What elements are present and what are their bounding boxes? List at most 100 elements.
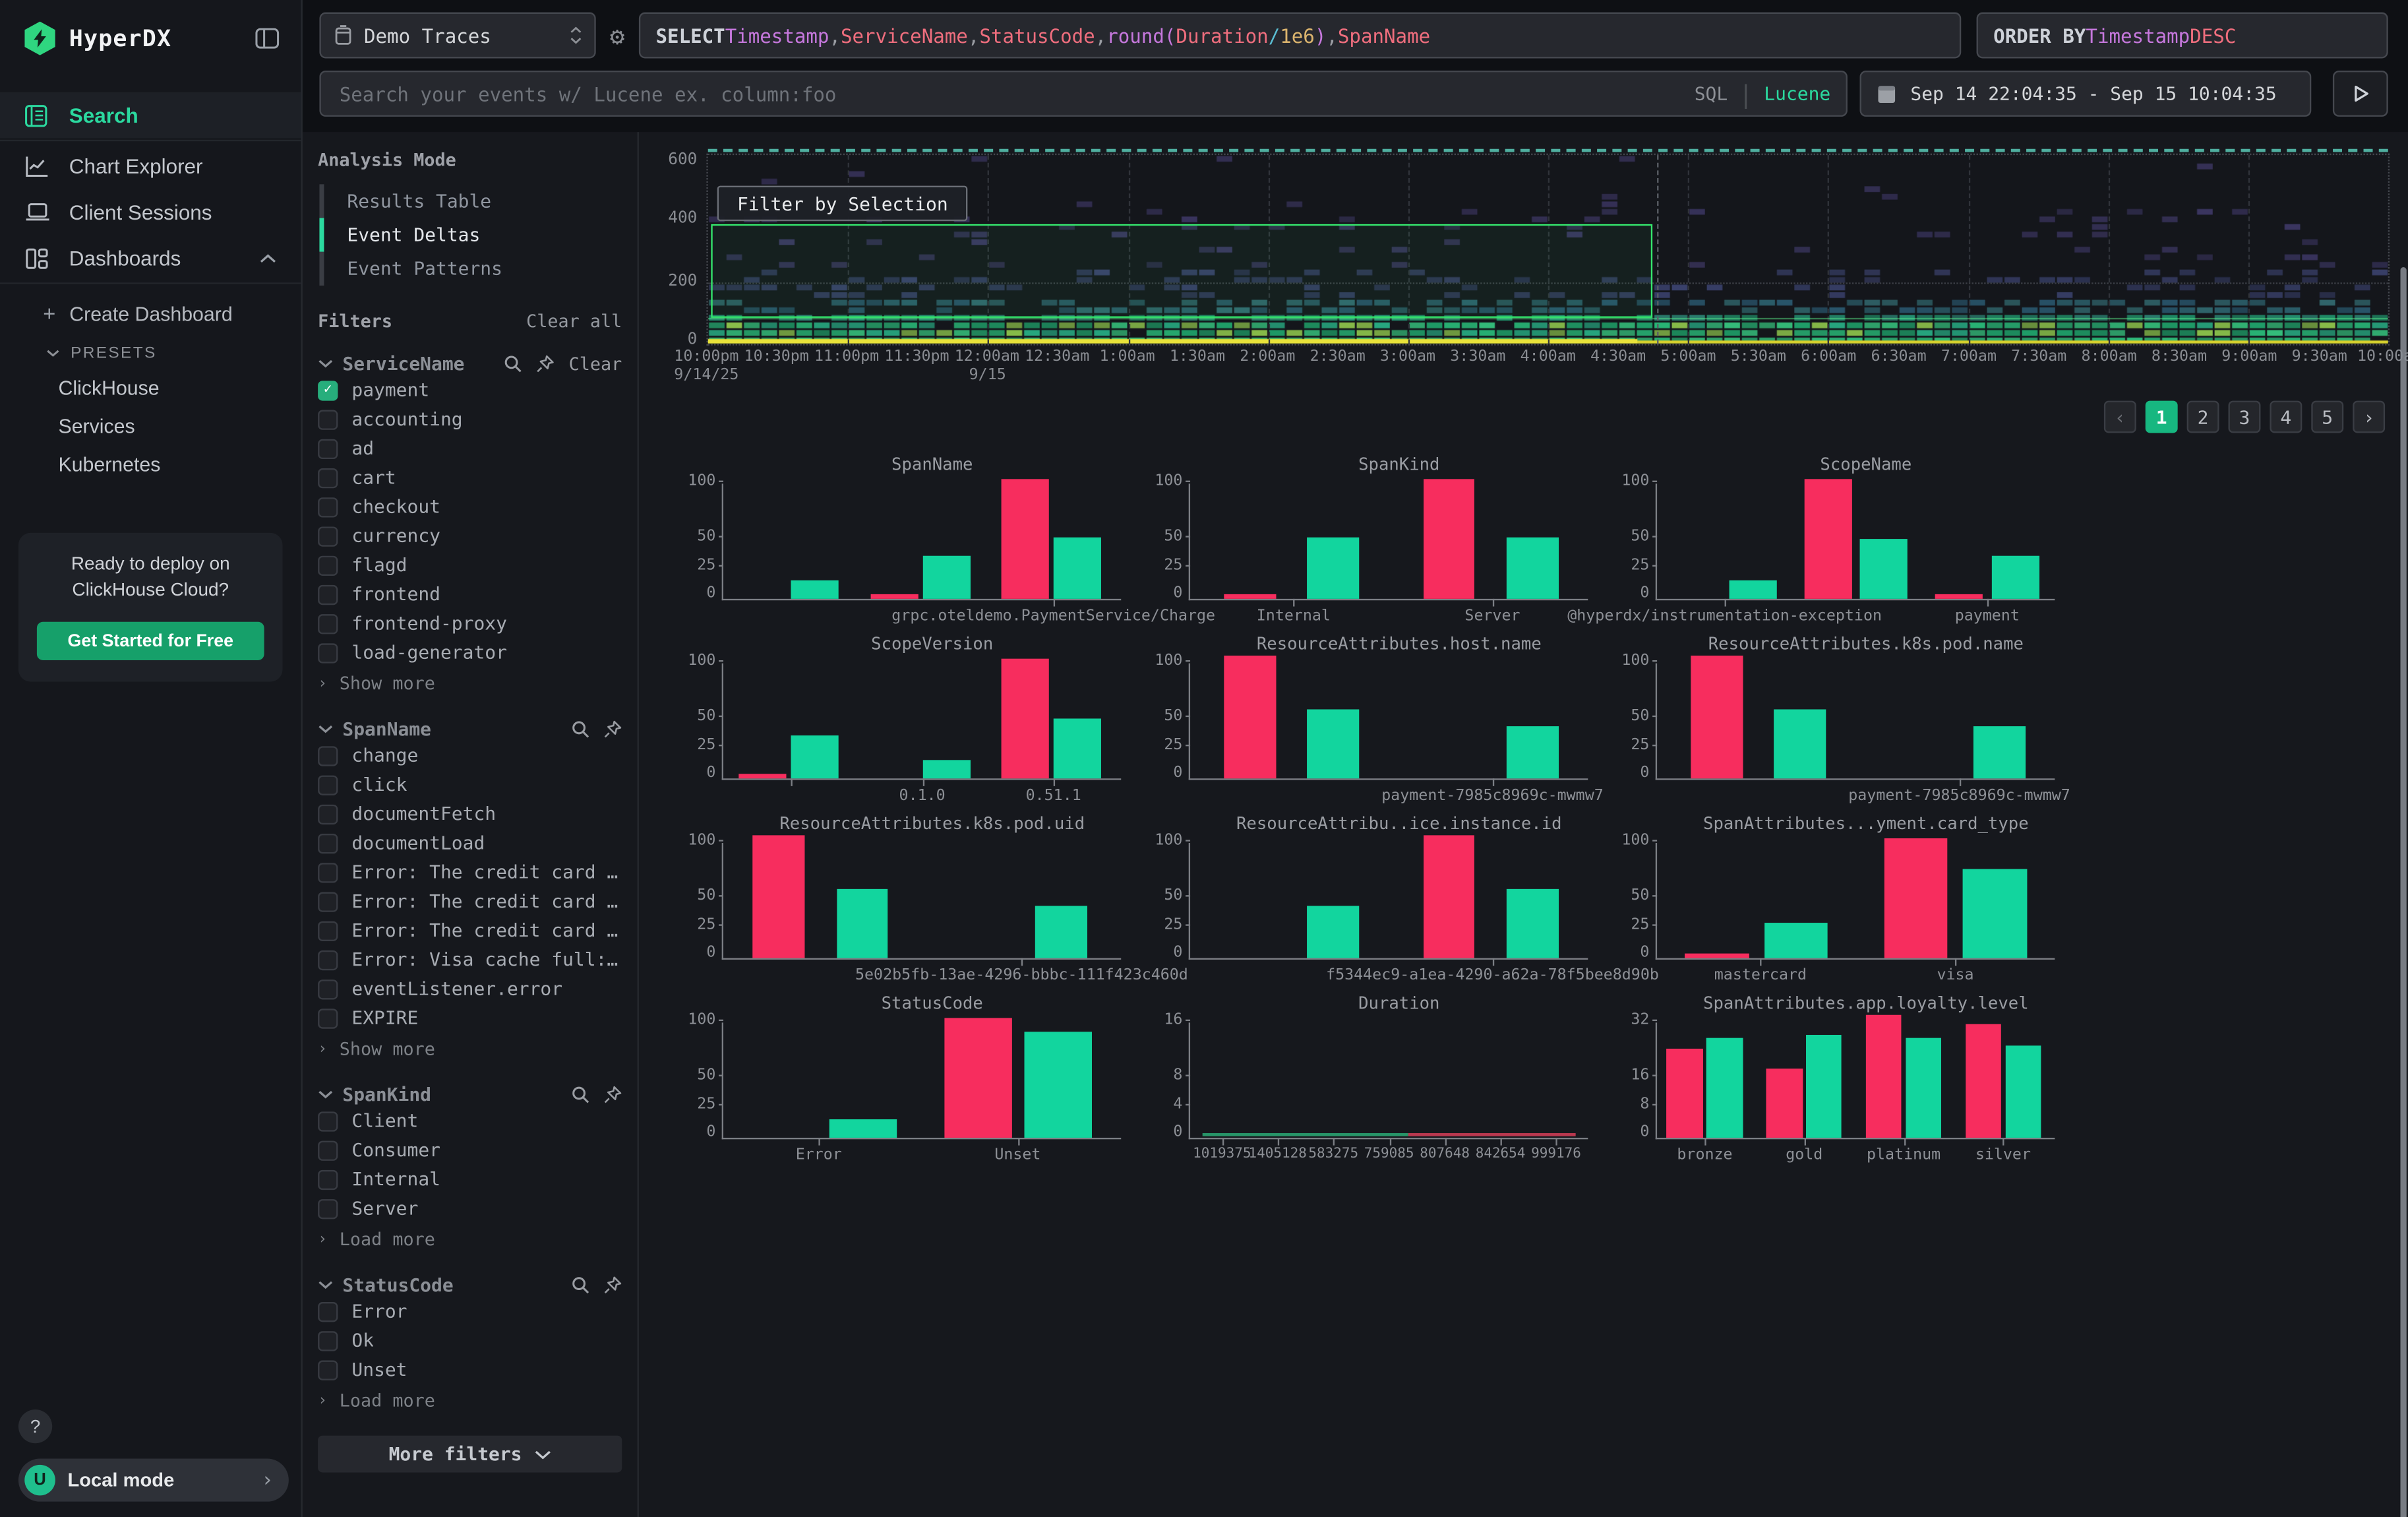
- get-started-button[interactable]: Get Started for Free: [37, 622, 264, 660]
- filter-show-more-button[interactable]: ›Show more: [318, 669, 622, 697]
- filter-checkbox-expire[interactable]: EXPIRE: [318, 1004, 622, 1032]
- filter-group-clear-button[interactable]: Clear: [569, 353, 622, 375]
- filter-checkbox-internal[interactable]: Internal: [318, 1165, 622, 1193]
- filter-checkbox-payment[interactable]: ✓payment: [318, 376, 622, 404]
- sidebar-item-kubernetes[interactable]: Kubernetes: [0, 445, 301, 483]
- search-icon[interactable]: [571, 1276, 589, 1294]
- sidebar-item-dashboards[interactable]: Dashboards: [0, 235, 301, 281]
- pagination-next-button[interactable]: ›: [2353, 401, 2385, 433]
- checkbox-icon[interactable]: [318, 497, 338, 516]
- clear-all-button[interactable]: Clear all: [526, 310, 622, 332]
- checkbox-icon[interactable]: [318, 950, 338, 970]
- analysis-mode-option-results-table[interactable]: Results Table: [319, 184, 622, 218]
- checkbox-icon[interactable]: [318, 1140, 338, 1160]
- pin-icon[interactable]: [603, 1086, 622, 1104]
- chevron-down-icon[interactable]: [318, 359, 333, 369]
- filter-checkbox-error[interactable]: Error: [318, 1297, 622, 1325]
- search-icon[interactable]: [571, 1086, 589, 1104]
- filter-checkbox-unset[interactable]: Unset: [318, 1356, 622, 1384]
- pagination-page-1[interactable]: 1: [2146, 401, 2178, 433]
- filter-checkbox-error-visa-cache-full-[interactable]: Error: Visa cache full: …: [318, 946, 622, 974]
- pagination-page-3[interactable]: 3: [2229, 401, 2261, 433]
- analysis-mode-option-event-deltas[interactable]: Event Deltas: [319, 218, 622, 252]
- filter-checkbox-change[interactable]: change: [318, 741, 622, 769]
- order-by-input[interactable]: ORDER BY Timestamp DESC: [1977, 13, 2388, 59]
- chevron-up-icon[interactable]: [260, 253, 277, 263]
- filter-checkbox-eventlistener-error[interactable]: eventListener.error: [318, 975, 622, 1003]
- heatmap-plot[interactable]: Filter by Selection: [706, 154, 2390, 346]
- filter-load-more-button[interactable]: ›Load more: [318, 1225, 622, 1253]
- chevron-down-icon[interactable]: [318, 1090, 333, 1099]
- analysis-mode-option-event-patterns[interactable]: Event Patterns: [319, 252, 622, 286]
- checkbox-icon[interactable]: [318, 642, 338, 662]
- source-select[interactable]: Demo Traces: [319, 13, 595, 59]
- checkbox-icon[interactable]: [318, 745, 338, 765]
- time-range-picker[interactable]: Sep 14 22:04:35 - Sep 15 10:04:35: [1860, 71, 2312, 117]
- pin-icon[interactable]: [603, 720, 622, 739]
- pin-icon[interactable]: [537, 355, 555, 373]
- checkbox-icon[interactable]: [318, 891, 338, 911]
- sidebar-item-chart-explorer[interactable]: Chart Explorer: [0, 142, 301, 189]
- filter-checkbox-load-generator[interactable]: load-generator: [318, 638, 622, 666]
- presets-toggle[interactable]: PRESETS: [0, 332, 301, 369]
- select-clause-input[interactable]: SELECT Timestamp, ServiceName, StatusCod…: [639, 13, 1961, 59]
- checkbox-icon[interactable]: [318, 1301, 338, 1321]
- more-filters-button[interactable]: More filters: [318, 1436, 622, 1473]
- filter-checkbox-error-the-credit-card-[interactable]: Error: The credit card (…: [318, 888, 622, 915]
- filter-checkbox-accounting[interactable]: accounting: [318, 406, 622, 433]
- checkbox-icon[interactable]: [318, 526, 338, 545]
- checkbox-icon[interactable]: [318, 1008, 338, 1028]
- checkbox-icon[interactable]: [318, 833, 338, 853]
- chevron-down-icon[interactable]: [318, 1280, 333, 1289]
- filter-checkbox-click[interactable]: click: [318, 771, 622, 799]
- filter-show-more-button[interactable]: ›Show more: [318, 1035, 622, 1063]
- pin-icon[interactable]: [603, 1276, 622, 1294]
- filter-checkbox-frontend-proxy[interactable]: frontend-proxy: [318, 609, 622, 637]
- filter-checkbox-documentload[interactable]: documentLoad: [318, 829, 622, 857]
- sidebar-item-client-sessions[interactable]: Client Sessions: [0, 189, 301, 235]
- search-icon[interactable]: [504, 355, 523, 373]
- pagination-page-5[interactable]: 5: [2311, 401, 2343, 433]
- filter-checkbox-documentfetch[interactable]: documentFetch: [318, 800, 622, 828]
- filter-checkbox-client[interactable]: Client: [318, 1107, 622, 1134]
- checkbox-icon[interactable]: [318, 862, 338, 882]
- filter-checkbox-error-the-credit-card-[interactable]: Error: The credit card (…: [318, 917, 622, 944]
- heatmap-selection-box[interactable]: [711, 224, 1652, 318]
- pagination-prev-button[interactable]: ‹: [2104, 401, 2136, 433]
- filter-checkbox-currency[interactable]: currency: [318, 522, 622, 549]
- sidebar-item-search[interactable]: Search: [0, 92, 301, 139]
- filter-load-more-button[interactable]: ›Load more: [318, 1386, 622, 1414]
- checkbox-icon[interactable]: [318, 613, 338, 633]
- filter-checkbox-ad[interactable]: ad: [318, 435, 622, 462]
- sidebar-item-clickhouse[interactable]: ClickHouse: [0, 369, 301, 407]
- checkbox-icon[interactable]: [318, 1198, 338, 1218]
- checkbox-icon[interactable]: [318, 1359, 338, 1379]
- checkbox-icon[interactable]: [318, 409, 338, 429]
- checkbox-icon[interactable]: [318, 1111, 338, 1130]
- checkbox-icon[interactable]: [318, 1169, 338, 1189]
- filter-checkbox-checkout[interactable]: checkout: [318, 493, 622, 520]
- checkbox-icon[interactable]: [318, 804, 338, 824]
- source-settings-gear-icon[interactable]: ⚙: [596, 20, 639, 49]
- pagination-page-4[interactable]: 4: [2270, 401, 2302, 433]
- checkbox-icon[interactable]: [318, 774, 338, 794]
- help-button[interactable]: ?: [18, 1409, 52, 1443]
- checkbox-icon[interactable]: [318, 439, 338, 458]
- collapse-sidebar-icon[interactable]: [255, 28, 280, 49]
- sidebar-item-services[interactable]: Services: [0, 407, 301, 445]
- checkbox-icon[interactable]: [318, 555, 338, 575]
- run-query-button[interactable]: [2333, 71, 2388, 117]
- user-menu[interactable]: U Local mode ›: [18, 1459, 289, 1502]
- checkbox-checked-icon[interactable]: ✓: [318, 380, 338, 400]
- checkbox-icon[interactable]: [318, 979, 338, 999]
- checkbox-icon[interactable]: [318, 921, 338, 941]
- filter-checkbox-flagd[interactable]: flagd: [318, 551, 622, 579]
- filter-checkbox-frontend[interactable]: frontend: [318, 580, 622, 608]
- search-icon[interactable]: [571, 720, 589, 739]
- filter-checkbox-consumer[interactable]: Consumer: [318, 1136, 622, 1164]
- checkbox-icon[interactable]: [318, 468, 338, 487]
- filter-by-selection-button[interactable]: Filter by Selection: [717, 186, 968, 222]
- filter-checkbox-server[interactable]: Server: [318, 1194, 622, 1222]
- create-dashboard-button[interactable]: + Create Dashboard: [0, 286, 301, 332]
- search-input[interactable]: [336, 80, 1695, 107]
